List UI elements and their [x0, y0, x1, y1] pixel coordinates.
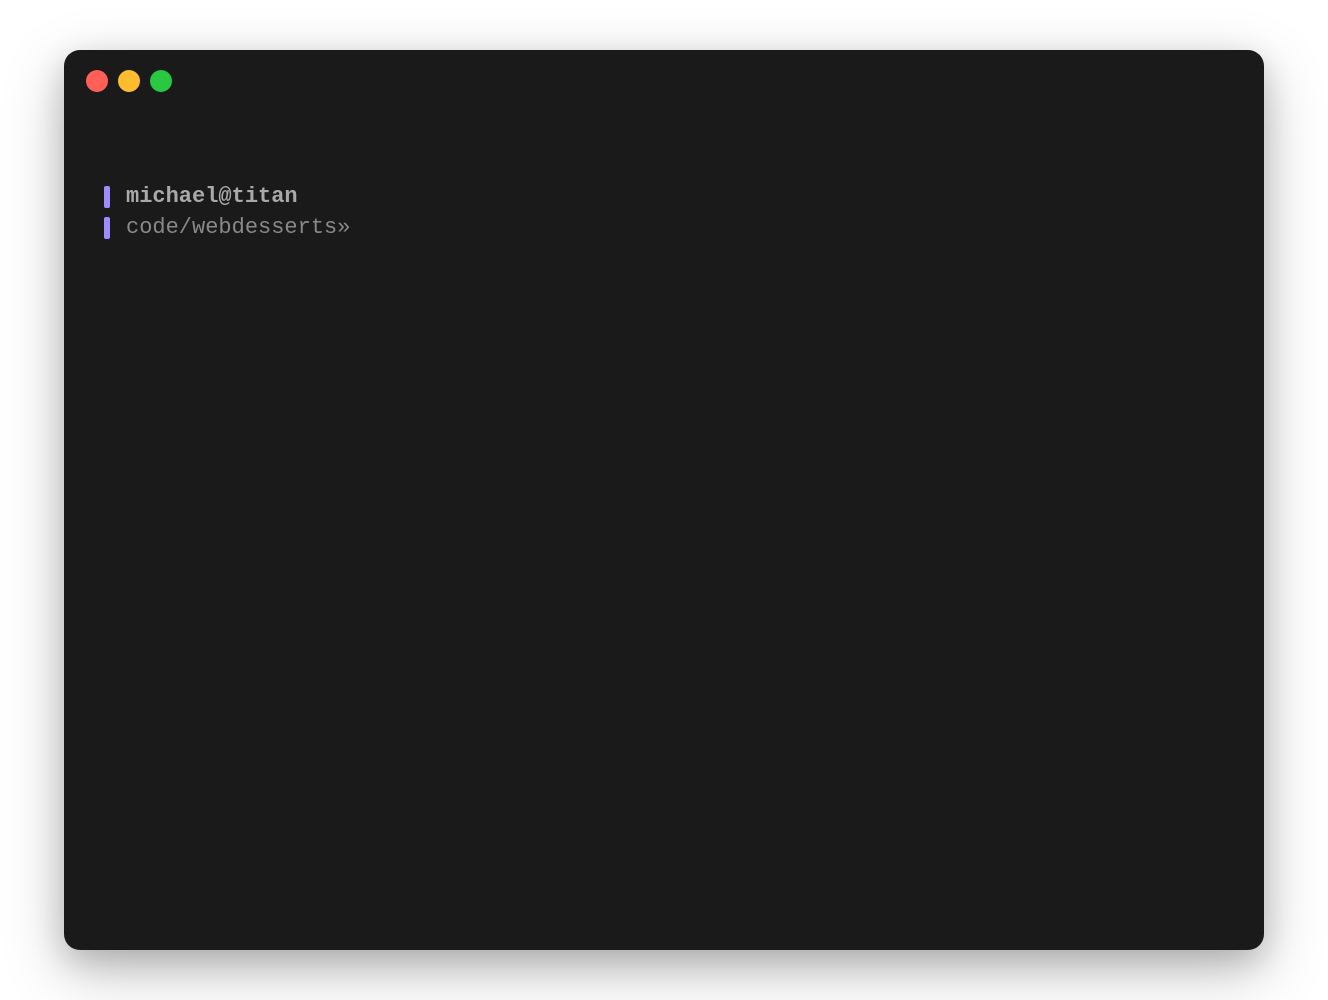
window-controls: [64, 50, 1264, 92]
prompt-user-host: michael@titan: [126, 182, 298, 213]
close-button[interactable]: [86, 70, 108, 92]
terminal-body[interactable]: michael@titan code/webdesserts»: [64, 92, 1264, 950]
terminal-window: michael@titan code/webdesserts»: [64, 50, 1264, 950]
prompt-path: code/webdesserts»: [126, 213, 350, 244]
prompt-marker-icon: [104, 186, 110, 208]
maximize-button[interactable]: [150, 70, 172, 92]
prompt-marker-icon: [104, 217, 110, 239]
prompt-line-1: michael@titan: [104, 182, 1224, 213]
prompt-line-2: code/webdesserts»: [104, 213, 1224, 244]
minimize-button[interactable]: [118, 70, 140, 92]
